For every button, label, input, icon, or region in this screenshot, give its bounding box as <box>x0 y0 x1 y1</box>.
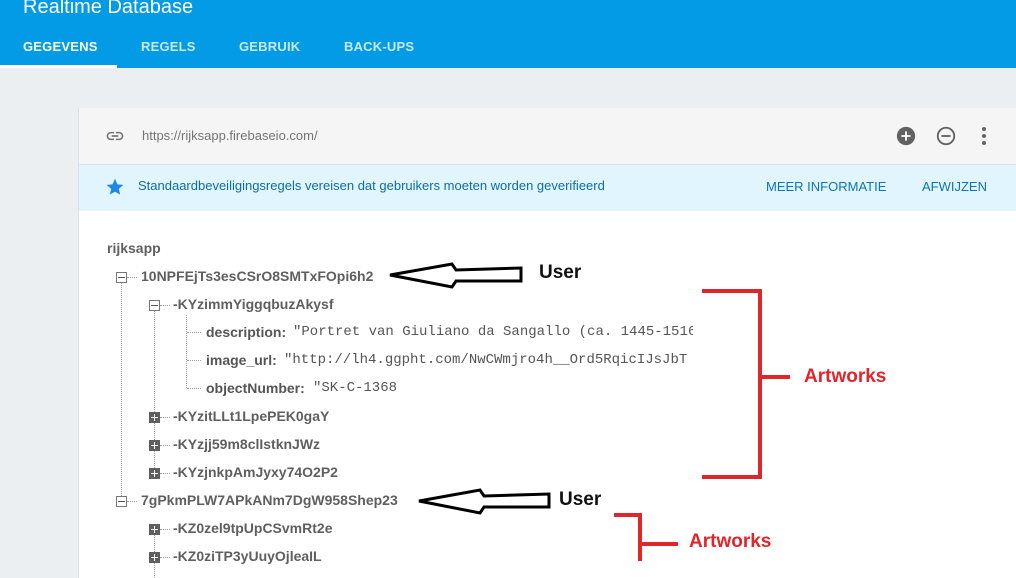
annotation-user-label: User <box>539 262 582 283</box>
annotation-user-label: User <box>559 489 602 510</box>
annotation-overlay <box>389 262 790 561</box>
annotation-artworks-label: Artworks <box>804 366 887 387</box>
annotation-artworks-label: Artworks <box>689 531 772 552</box>
arrow-left-icon <box>418 488 551 515</box>
bracket-icon <box>702 289 790 479</box>
arrow-left-icon <box>389 262 523 289</box>
bracket-icon <box>614 513 678 561</box>
